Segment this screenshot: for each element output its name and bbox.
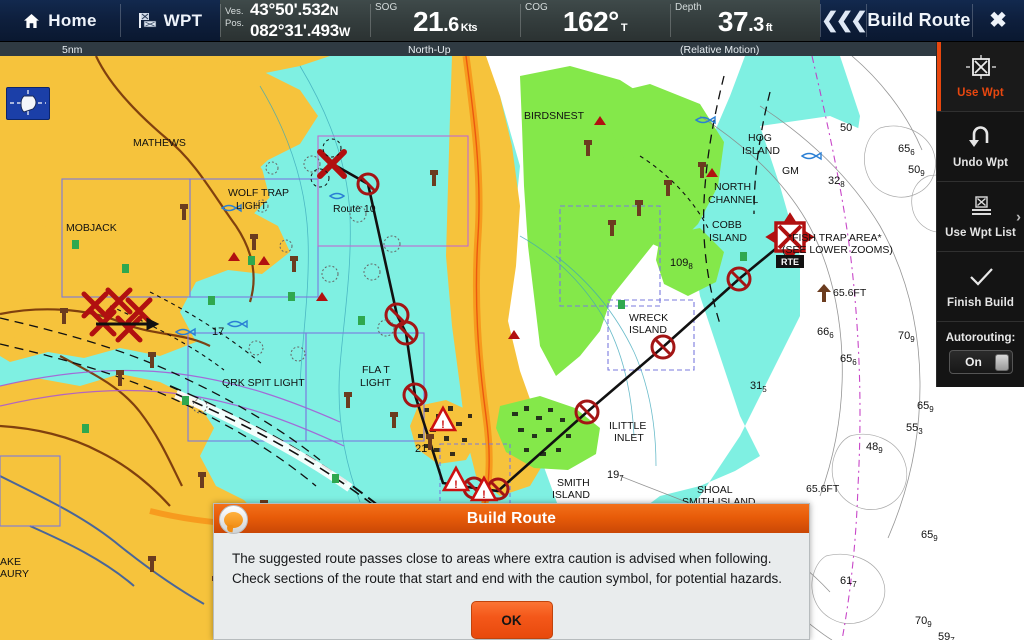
build-route-sidebar: Use Wpt Undo Wpt › Use Wpt List Finish B… bbox=[936, 42, 1024, 387]
longitude-hemisphere: W bbox=[339, 25, 351, 39]
cog-readout[interactable]: COG 162° T bbox=[520, 0, 670, 41]
svg-text:!: ! bbox=[441, 419, 445, 431]
home-label: Home bbox=[48, 10, 97, 30]
close-button[interactable]: ✖ bbox=[972, 0, 1024, 41]
map-label: SMITH bbox=[557, 477, 590, 489]
autorouting-label: Autorouting: bbox=[945, 331, 1016, 344]
sidebar-item-label: Undo Wpt bbox=[952, 157, 1009, 169]
collapse-panel-button[interactable]: ❮❮❮ bbox=[820, 0, 868, 41]
map-label: ISLAND bbox=[709, 232, 747, 244]
sog-readout[interactable]: SOG 21.6 Kts bbox=[370, 0, 520, 41]
depth-sounding: 17 bbox=[212, 326, 224, 338]
autorouting-toggle[interactable]: On bbox=[948, 349, 1013, 374]
sidebar-item-use-wpt-list[interactable]: › Use Wpt List bbox=[937, 182, 1024, 252]
ok-button[interactable]: OK bbox=[470, 601, 553, 639]
map-label: LIGHT bbox=[236, 200, 268, 212]
map-label: SHOAL bbox=[697, 484, 733, 496]
sidebar-item-finish-build[interactable]: Finish Build bbox=[937, 252, 1024, 322]
dialog-header: Build Route bbox=[214, 504, 809, 534]
map-label: MATHEWS bbox=[133, 137, 186, 149]
depth-label: Depth bbox=[675, 2, 702, 13]
sidebar-item-label: Use Wpt bbox=[957, 87, 1004, 99]
latitude-value: 43°50'.532 bbox=[250, 0, 330, 19]
vessel-position-tag: Ves. Pos. bbox=[225, 6, 245, 29]
dialog-message-line-2: Check sections of the route that start a… bbox=[232, 571, 783, 586]
map-label: NORTH bbox=[714, 181, 751, 193]
info-balloon-icon bbox=[219, 505, 248, 534]
chart-motion-label: (Relative Motion) bbox=[680, 44, 760, 56]
map-label: LIGHT bbox=[360, 377, 392, 389]
route-end-label: RTE bbox=[781, 257, 799, 267]
map-label: *FISH TRAP AREA* bbox=[788, 232, 882, 244]
undo-arrow-icon bbox=[967, 124, 995, 150]
home-icon bbox=[23, 13, 40, 29]
dialog-title: Build Route bbox=[466, 509, 557, 527]
wpt-label: WPT bbox=[163, 10, 203, 30]
chart-orientation-label: North-Up bbox=[408, 44, 451, 56]
map-label: (SEE LOWER ZOOMS) bbox=[782, 244, 893, 256]
map-label: BIRDSNEST bbox=[524, 110, 585, 122]
map-label: ISLAND bbox=[742, 145, 780, 157]
map-label: ILITTLE bbox=[609, 420, 646, 432]
chevron-double-left-icon: ❮❮❮ bbox=[821, 9, 868, 32]
map-label: ISLAND bbox=[629, 324, 667, 336]
sidebar-item-label: Finish Build bbox=[947, 297, 1014, 309]
depth-sounding: 21 bbox=[415, 443, 427, 455]
sidebar-item-undo-wpt[interactable]: Undo Wpt bbox=[937, 112, 1024, 182]
latitude-hemisphere: N bbox=[329, 4, 339, 18]
checkmark-icon bbox=[967, 264, 995, 290]
svg-text:!: ! bbox=[482, 489, 486, 501]
cog-label: COG bbox=[525, 2, 548, 13]
home-button[interactable]: Home bbox=[0, 0, 120, 41]
depth-sounding: 50 bbox=[840, 122, 852, 134]
map-label: Route 10 bbox=[333, 203, 376, 215]
chart-scale-label: 5nm bbox=[62, 44, 83, 56]
vessel-position-readout[interactable]: Ves. Pos. 43°50'.532N 082°31'.493W bbox=[220, 0, 370, 41]
map-label: ISLAND bbox=[552, 489, 590, 501]
sidebar-item-use-wpt[interactable]: Use Wpt bbox=[937, 42, 1024, 112]
toggle-knob[interactable] bbox=[994, 353, 1009, 371]
dialog-message-line-1: The suggested route passes close to area… bbox=[232, 551, 772, 566]
map-label: CHANNEL bbox=[708, 194, 758, 206]
wpt-button[interactable]: WPT bbox=[120, 0, 220, 41]
close-icon: ✖ bbox=[989, 9, 1007, 32]
map-label: COBB bbox=[712, 219, 742, 231]
map-label: AURY bbox=[0, 568, 29, 580]
build-route-dialog: Build Route The suggested route passes c… bbox=[213, 503, 810, 640]
map-label: GM bbox=[782, 165, 799, 177]
vessel-boat-icon[interactable] bbox=[6, 87, 50, 120]
map-label: WRECK bbox=[629, 312, 668, 324]
top-bar: Home WPT Ves. Pos. 43°50'.532N 082°31'.4… bbox=[0, 0, 1024, 42]
chevron-right-icon: › bbox=[1016, 208, 1021, 225]
map-label: HOG bbox=[748, 132, 772, 144]
dialog-body: The suggested route passes close to area… bbox=[214, 533, 809, 639]
map-label: FLA T bbox=[362, 364, 390, 376]
sidebar-item-label: Use Wpt List bbox=[945, 227, 1016, 239]
waypoint-crosshair-icon bbox=[965, 54, 996, 80]
page-title-label: Build Route bbox=[867, 10, 971, 30]
map-label: 65.6FT bbox=[833, 287, 867, 299]
sog-label: SOG bbox=[375, 2, 398, 13]
longitude-value: 082°31'.493 bbox=[250, 21, 340, 40]
map-label: AKE bbox=[0, 556, 21, 568]
page-title: Build Route bbox=[866, 0, 972, 41]
map-label: 65.6FT bbox=[806, 483, 840, 495]
map-label: MOBJACK bbox=[66, 222, 117, 234]
waypoint-flag-icon bbox=[138, 12, 157, 29]
chartplotter-screen: Home WPT Ves. Pos. 43°50'.532N 082°31'.4… bbox=[0, 0, 1024, 640]
vessel-position-values: 43°50'.532N 082°31'.493W bbox=[250, 0, 350, 42]
waypoint-list-icon bbox=[967, 194, 995, 220]
map-label: QRK SPIT LIGHT bbox=[222, 377, 305, 389]
map-label: WOLF TRAP bbox=[228, 187, 289, 199]
map-label: INLET bbox=[614, 432, 644, 444]
svg-text:!: ! bbox=[454, 479, 458, 491]
dialog-footer: OK bbox=[232, 601, 791, 639]
depth-readout[interactable]: Depth 37.3 ft bbox=[670, 0, 820, 41]
autorouting-control[interactable]: Autorouting: On bbox=[937, 322, 1024, 387]
